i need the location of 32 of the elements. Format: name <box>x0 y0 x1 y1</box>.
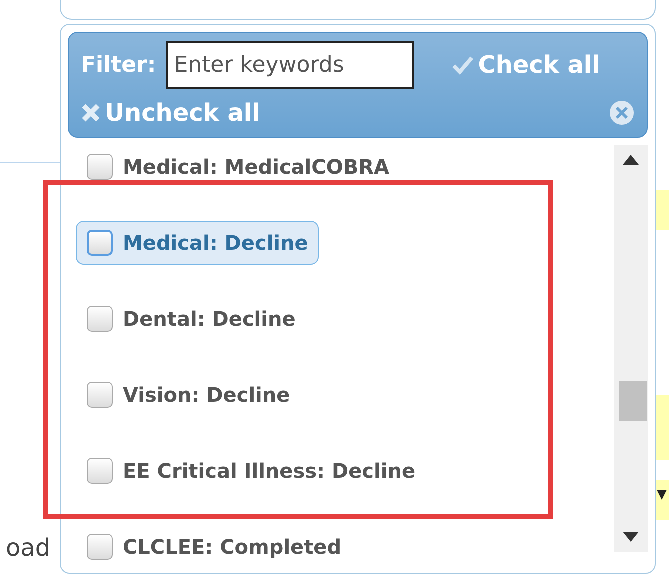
close-icon <box>81 103 101 123</box>
option-label: CLCLEE: Completed <box>123 535 342 559</box>
checkbox[interactable] <box>87 382 113 408</box>
background-label: oad <box>6 533 51 564</box>
option-item[interactable]: Medical: Decline <box>76 221 320 265</box>
checkbox[interactable] <box>87 458 113 484</box>
scrollbar-thumb[interactable] <box>619 381 647 421</box>
checkbox[interactable] <box>87 306 113 332</box>
filter-label: Filter: <box>81 52 156 80</box>
field-background <box>655 190 669 230</box>
option-label: Dental: Decline <box>123 307 296 331</box>
option-item[interactable]: EE Critical Illness: Decline <box>76 449 427 493</box>
checkbox[interactable] <box>87 154 113 180</box>
check-icon <box>452 55 474 75</box>
scroll-up-icon[interactable] <box>623 155 639 165</box>
option-item[interactable]: Medical: MedicalCOBRA <box>76 145 400 189</box>
option-label: Medical: Decline <box>123 231 308 255</box>
option-label: EE Critical Illness: Decline <box>123 459 416 483</box>
option-item[interactable]: Dental: Decline <box>76 297 307 341</box>
scrollbar[interactable] <box>614 145 648 552</box>
option-item[interactable]: Vision: Decline <box>76 373 302 417</box>
close-icon[interactable] <box>609 100 635 126</box>
checkbox[interactable] <box>87 534 113 560</box>
caret-icon <box>657 490 667 500</box>
option-label: Vision: Decline <box>123 383 290 407</box>
dropdown-field[interactable] <box>655 480 669 520</box>
option-label: Medical: MedicalCOBRA <box>123 155 390 179</box>
scroll-down-icon[interactable] <box>623 532 639 542</box>
field-background <box>655 395 669 460</box>
checkbox[interactable] <box>87 230 113 256</box>
filter-input[interactable]: Enter keywords <box>166 41 414 89</box>
option-item[interactable]: CLCLEE: Completed <box>76 525 353 566</box>
